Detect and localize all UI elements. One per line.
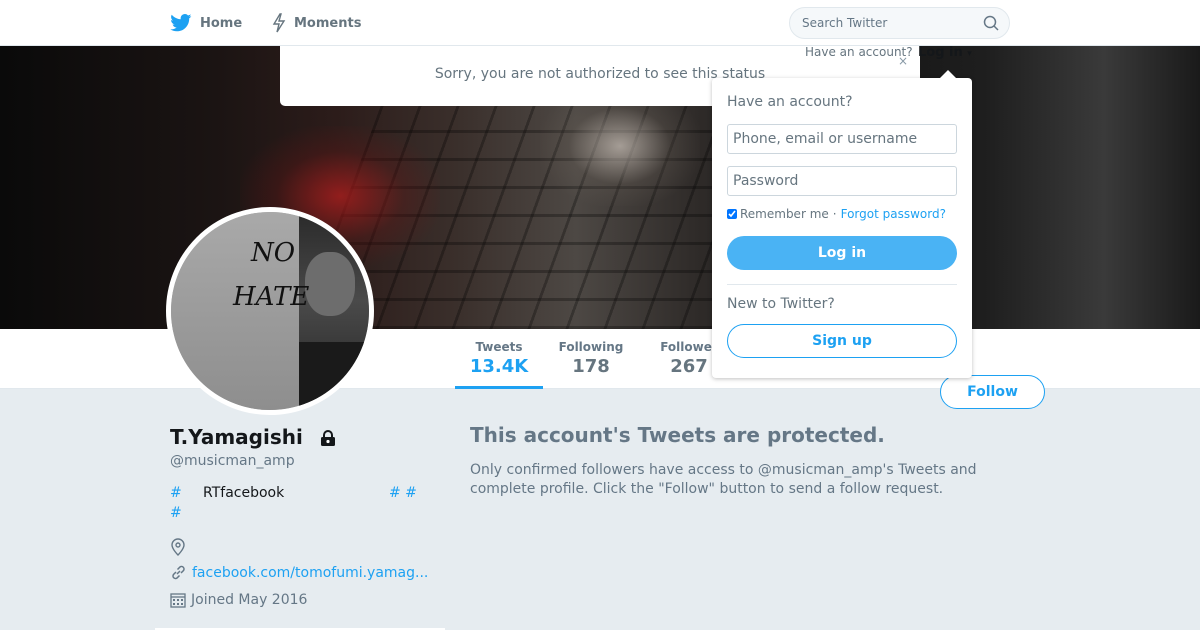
remember-me-label[interactable]: Remember me [740,207,829,221]
stat-tweets-label: Tweets [475,340,523,354]
caret-down-icon: ▾ [967,49,972,59]
nav-home[interactable]: Home [170,0,242,46]
login-toggle-label: Log in [918,45,963,60]
have-account-text: Have an account? [805,45,913,59]
profile-url[interactable]: facebook.com/tomofumi.yamag... [170,564,432,581]
profile-joined-text: Joined May 2016 [191,592,308,608]
stat-following[interactable]: Following 178 [548,340,634,377]
location-pin-icon [171,538,185,556]
stat-tweets[interactable]: Tweets 13.4K [455,340,543,377]
profile-bio: # RTfacebook # # # [170,485,430,525]
nav-moments[interactable]: Moments [272,0,361,46]
login-dropdown-toggle[interactable]: Log in ▾ [918,45,972,60]
bio-text: RTfacebook [203,485,285,501]
lightning-icon [272,13,286,33]
stat-following-label: Following [558,340,624,354]
avatar[interactable]: NO HATE [166,207,374,415]
stat-following-value: 178 [572,356,610,377]
stat-tweets-value: 13.4K [469,356,529,377]
protected-title: This account's Tweets are protected. [470,423,885,447]
bio-hashtag[interactable]: # [170,505,182,521]
login-button[interactable]: Log in [727,236,957,270]
signup-heading: New to Twitter? [727,296,835,312]
search-input[interactable] [802,14,972,32]
avatar-text-line1: NO [251,238,296,268]
avatar-shirt [299,342,369,410]
link-icon [172,565,185,580]
login-heading: Have an account? [727,94,853,110]
bio-hashtag[interactable]: # [170,485,182,501]
separator-dot: · [832,207,837,221]
follow-button[interactable]: Follow [940,375,1045,409]
lock-icon [321,430,335,446]
nav-moments-label: Moments [294,15,362,31]
dropdown-divider [727,284,957,285]
avatar-text-line2: HATE [233,282,310,312]
username-input[interactable] [727,124,957,154]
bio-hashtag[interactable]: # # [389,485,417,501]
dropdown-caret [940,70,956,78]
profile-location [170,538,191,556]
protected-description: Only confirmed followers have access to … [470,462,977,497]
avatar-face [305,252,355,316]
active-tab-indicator [455,386,543,389]
remember-me-checkbox[interactable] [727,209,737,219]
signup-button[interactable]: Sign up [727,324,957,358]
search-icon[interactable] [983,15,999,31]
top-navigation-bar: Home Moments [0,0,1200,46]
twitter-bird-icon [170,14,192,32]
profile-name[interactable]: T.Yamagishi [170,425,303,449]
search-box [789,7,1010,39]
profile-joined: Joined May 2016 [170,592,307,608]
profile-handle[interactable]: @musicman_amp [170,453,295,469]
password-input[interactable] [727,166,957,196]
login-dropdown: Have an account? Remember me · Forgot pa… [712,78,972,378]
remember-row: Remember me · Forgot password? [727,207,946,221]
calendar-icon [170,593,186,608]
forgot-password-link[interactable]: Forgot password? [841,207,946,221]
nav-home-label: Home [200,15,243,31]
profile-url-text[interactable]: facebook.com/tomofumi.yamag... [192,565,432,581]
